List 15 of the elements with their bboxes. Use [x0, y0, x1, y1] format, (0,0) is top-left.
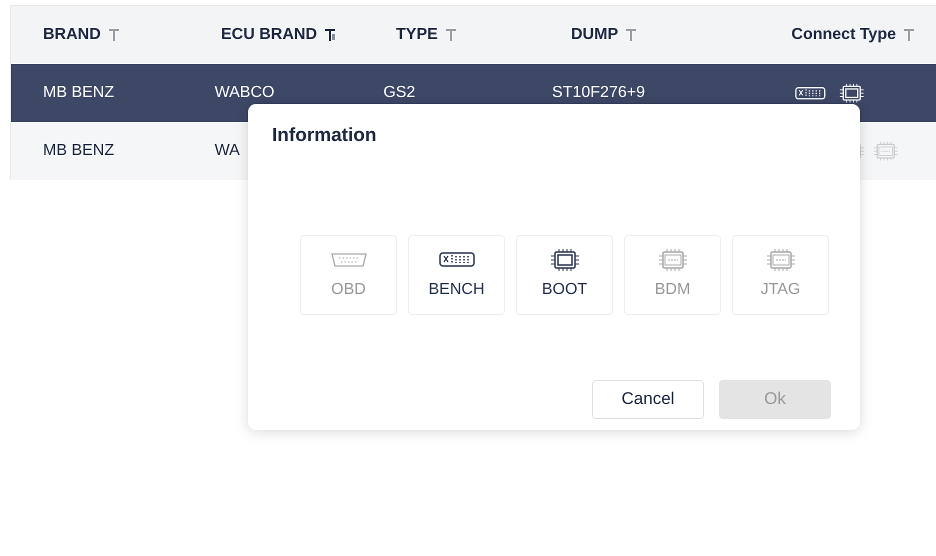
table-cell-text: ST10F276+9: [552, 83, 645, 103]
column-header: BRAND: [43, 25, 101, 45]
connect-option[interactable]: BOOT: [516, 234, 613, 314]
column-header: Connect Type: [791, 25, 896, 45]
table-cell-text: MB BENZ: [43, 141, 114, 161]
table-cell-text: MB BENZ: [43, 83, 114, 103]
table-cell-text: WA: [214, 141, 240, 161]
table-cell-text: GS2: [383, 83, 416, 103]
column-header: ECU BRAND: [221, 25, 317, 45]
column-header: TYPE: [396, 25, 438, 45]
column-header: DUMP: [571, 25, 618, 45]
dialog-title: Information: [272, 124, 378, 148]
dialog-button[interactable]: Cancel: [592, 380, 704, 418]
connect-option[interactable]: BENCH: [408, 234, 505, 314]
table-cell-text: WABCO: [214, 83, 274, 103]
